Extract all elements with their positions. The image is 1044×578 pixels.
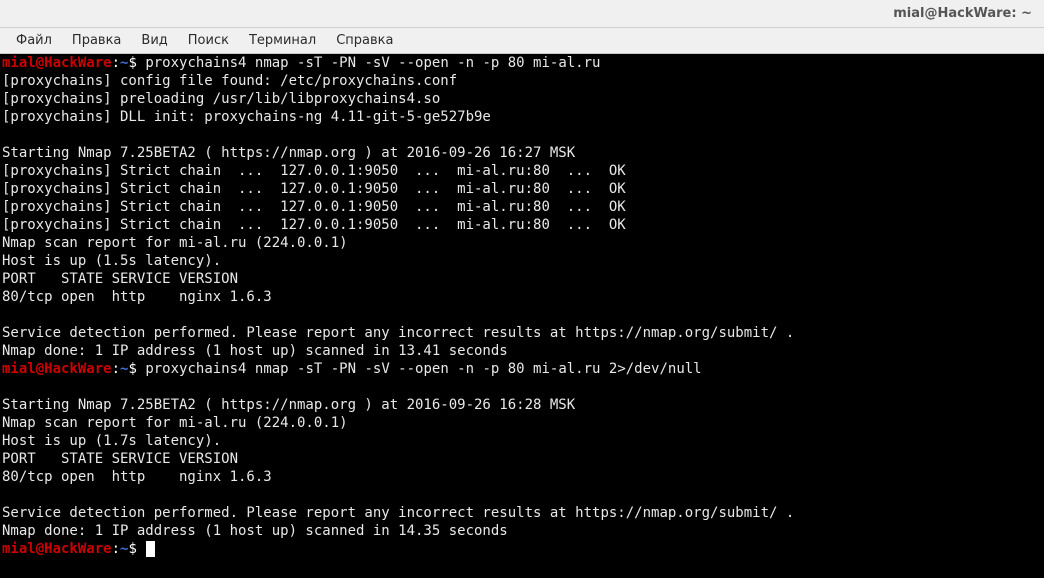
output-line: Host is up (1.5s latency). <box>2 253 221 269</box>
menu-view[interactable]: Вид <box>131 30 177 51</box>
prompt-sep2: $ <box>128 361 145 377</box>
output-line: Nmap done: 1 IP address (1 host up) scan… <box>2 343 508 359</box>
output-line: [proxychains] config file found: /etc/pr… <box>2 73 457 89</box>
prompt-user: mial@HackWare <box>2 55 112 71</box>
output-line: PORT STATE SERVICE VERSION <box>2 451 238 467</box>
prompt-line-1: mial@HackWare:~$ proxychains4 nmap -sT -… <box>2 55 600 71</box>
prompt-sep1: : <box>112 541 120 557</box>
output-line: PORT STATE SERVICE VERSION <box>2 271 238 287</box>
prompt-sep2: $ <box>128 55 145 71</box>
output-line: Service detection performed. Please repo… <box>2 505 794 521</box>
menu-search[interactable]: Поиск <box>178 30 239 51</box>
output-line: [proxychains] preloading /usr/lib/libpro… <box>2 91 440 107</box>
output-line: [proxychains] Strict chain ... 127.0.0.1… <box>2 181 626 197</box>
output-line: [proxychains] Strict chain ... 127.0.0.1… <box>2 199 626 215</box>
output-line: 80/tcp open http nginx 1.6.3 <box>2 289 272 305</box>
menu-terminal[interactable]: Терминал <box>239 30 326 51</box>
prompt-user: mial@HackWare <box>2 541 112 557</box>
terminal-area[interactable]: mial@HackWare:~$ proxychains4 nmap -sT -… <box>0 54 1044 578</box>
output-line: Starting Nmap 7.25BETA2 ( https://nmap.o… <box>2 397 575 413</box>
output-line: Starting Nmap 7.25BETA2 ( https://nmap.o… <box>2 145 575 161</box>
prompt-line-2: mial@HackWare:~$ proxychains4 nmap -sT -… <box>2 361 702 377</box>
output-line: [proxychains] Strict chain ... 127.0.0.1… <box>2 163 626 179</box>
prompt-line-3: mial@HackWare:~$ <box>2 541 155 557</box>
output-line: [proxychains] DLL init: proxychains-ng 4… <box>2 109 491 125</box>
cursor-block <box>146 541 155 557</box>
prompt-sep1: : <box>112 361 120 377</box>
output-line: Nmap scan report for mi-al.ru (224.0.0.1… <box>2 235 348 251</box>
output-line: Nmap done: 1 IP address (1 host up) scan… <box>2 523 508 539</box>
output-line: Host is up (1.7s latency). <box>2 433 221 449</box>
command-2: proxychains4 nmap -sT -PN -sV --open -n … <box>145 361 701 377</box>
menubar: Файл Правка Вид Поиск Терминал Справка <box>0 28 1044 54</box>
menu-help[interactable]: Справка <box>326 30 403 51</box>
menu-file[interactable]: Файл <box>6 30 62 51</box>
output-line: [proxychains] Strict chain ... 127.0.0.1… <box>2 217 626 233</box>
prompt-user: mial@HackWare <box>2 361 112 377</box>
window-title: mial@HackWare: ~ <box>893 6 1032 21</box>
window-titlebar: mial@HackWare: ~ <box>0 0 1044 28</box>
output-line: 80/tcp open http nginx 1.6.3 <box>2 469 272 485</box>
menu-edit[interactable]: Правка <box>62 30 131 51</box>
prompt-sep1: : <box>112 55 120 71</box>
output-line: Nmap scan report for mi-al.ru (224.0.0.1… <box>2 415 348 431</box>
prompt-sep2: $ <box>128 541 145 557</box>
command-1: proxychains4 nmap -sT -PN -sV --open -n … <box>145 55 600 71</box>
output-line: Service detection performed. Please repo… <box>2 325 794 341</box>
